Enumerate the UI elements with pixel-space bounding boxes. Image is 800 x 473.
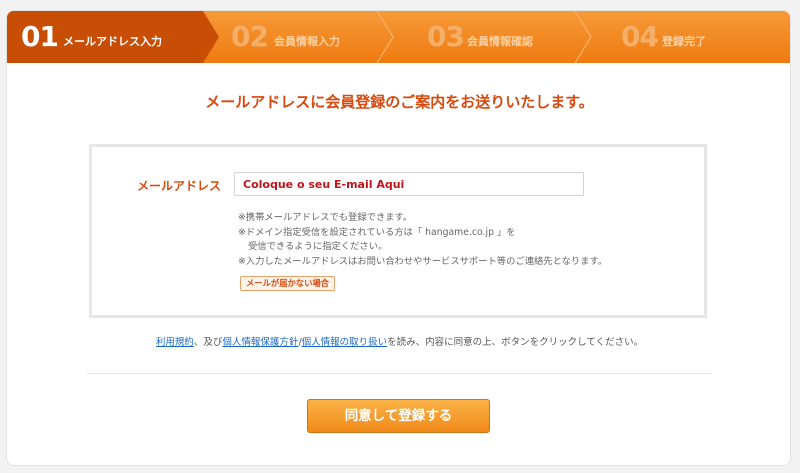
privacy-policy-link[interactable]: 個人情報保護方針 [222,337,298,348]
step-2-label: 会員情報入力 [274,35,340,48]
registration-panel: 01 メールアドレス入力 02 会員情報入力 03 会員情報確認 04 登録完了… [6,10,791,466]
note-line: ※ドメイン指定受信を設定されている方は「 hangame.co.jp 」を [238,226,516,238]
note-line: ※入力したメールアドレスはお問い合わせやサービスサポート等のご連絡先となります。 [238,255,608,267]
step-3: 03 会員情報確認 [397,11,587,63]
step-2-number: 02 [231,20,269,53]
email-label: メールアドレス [137,179,222,193]
email-form-box: メールアドレス ※携帯メールアドレスでも登録できます。 ※ドメイン指定受信を設定… [89,144,707,318]
step-2: 02 会員情報入力 [219,11,389,63]
step-3-label: 会員情報確認 [467,35,533,48]
step-progress-bar: 01 メールアドレス入力 02 会員情報入力 03 会員情報確認 04 登録完了 [7,11,790,63]
mail-not-received-button[interactable]: メールが届かない場合 [240,276,335,291]
email-notes: ※携帯メールアドレスでも登録できます。 ※ドメイン指定受信を設定されている方は「… [238,211,607,269]
step-1-arrow [203,11,219,63]
note-line: 受信できるように指定ください。 [248,241,388,252]
step-4-number: 04 [621,20,659,53]
step-3-number: 03 [427,20,465,53]
page-headline: メールアドレスに会員登録のご案内をお送りいたします。 [205,93,594,111]
step-3-arrow [574,11,592,63]
step-1-label: メールアドレス入力 [63,35,162,48]
consent-sep: 、及び [193,337,223,348]
step-4-label: 登録完了 [662,35,706,48]
email-input[interactable] [234,172,584,196]
note-line: ※携帯メールアドレスでも登録できます。 [238,212,413,223]
step-2-arrow [376,11,394,63]
consent-rest: を読み、内容に同意の上、ボタンをクリックしてください。 [387,337,644,348]
step-1: 01 メールアドレス入力 [7,11,203,63]
terms-link[interactable]: 利用規約 [156,337,194,348]
divider [87,373,712,374]
step-4: 04 登録完了 [595,11,790,63]
privacy-handling-link[interactable]: 個人情報の取り扱い [302,337,388,348]
consent-text: 利用規約、及び個人情報保護方針/個人情報の取り扱いを読み、内容に同意の上、ボタン… [7,334,790,348]
step-1-number: 01 [21,20,59,53]
agree-and-register-button[interactable]: 同意して登録する [307,399,490,433]
